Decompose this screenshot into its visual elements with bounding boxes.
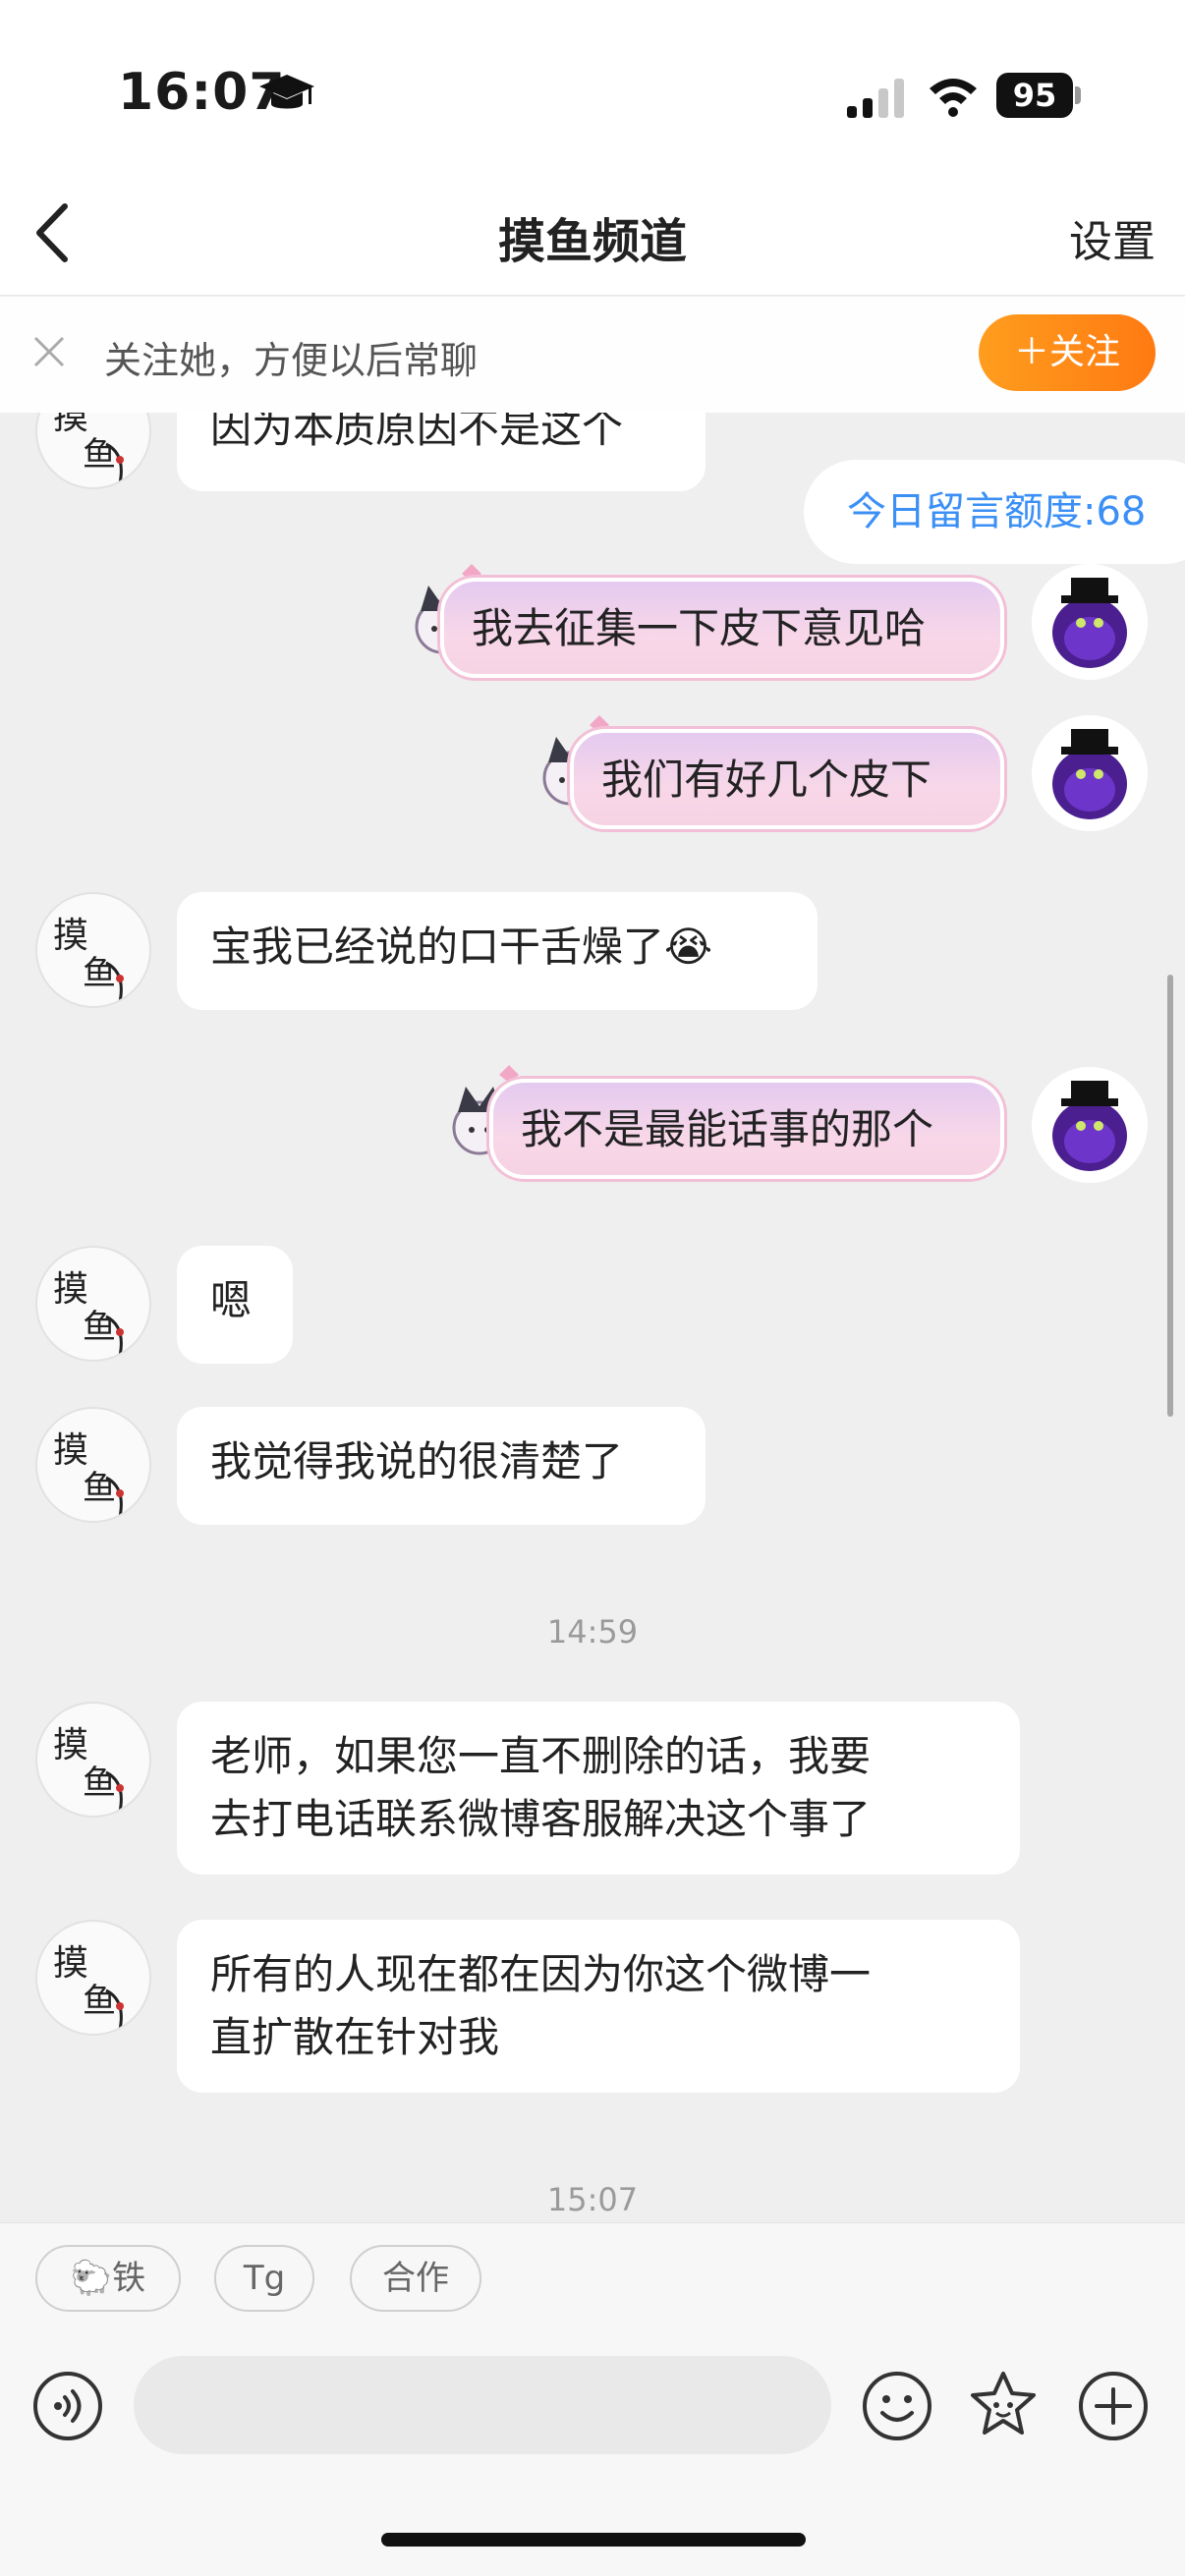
message-bubble[interactable]: 我觉得我说的很清楚了 (177, 1407, 705, 1525)
sticker-star-icon[interactable] (967, 2368, 1040, 2440)
svg-text:摸: 摸 (53, 1725, 88, 1765)
message-bubble[interactable]: 嗯 (177, 1246, 293, 1364)
svg-text:鱼: 鱼 (83, 435, 116, 475)
fish-logo-icon: 摸 鱼 (53, 1943, 124, 2031)
graduation-cap-icon (259, 75, 314, 109)
fish-logo-icon: 摸 鱼 (53, 1269, 124, 1357)
avatar[interactable]: 摸 鱼 (35, 1246, 151, 1362)
status-bar: 16:07 95 (0, 0, 1185, 177)
message-bubble[interactable]: 所有的人现在都在因为你这个微博一 直扩散在针对我 (177, 1920, 1020, 2093)
chat-scroll-area[interactable]: 摸 鱼 因为本质原因不是这个 今日留言额度:68 我去征集一下皮下意见哈 我们有… (0, 413, 1185, 2220)
avatar[interactable] (1032, 564, 1148, 680)
svg-text:鱼: 鱼 (83, 1469, 116, 1508)
svg-text:鱼: 鱼 (83, 1764, 116, 1803)
svg-text:鱼: 鱼 (83, 1308, 116, 1347)
message-bubble[interactable]: 我去征集一下皮下意见哈 (440, 578, 1004, 678)
quick-reply-chip[interactable]: Tg (214, 2245, 314, 2312)
svg-text:摸: 摸 (53, 413, 88, 437)
home-indicator[interactable] (381, 2533, 806, 2547)
follow-banner: 关注她，方便以后常聊 ＋关注 (0, 297, 1185, 413)
fish-logo-icon: 摸 鱼 (53, 413, 124, 484)
page-title: 摸鱼频道 (497, 214, 687, 269)
quick-reply-chip[interactable]: 🐑铁 (35, 2245, 181, 2312)
quick-reply-bar: 🐑铁 Tg 合作 (0, 2222, 1185, 2331)
add-icon[interactable] (1077, 2370, 1150, 2442)
svg-text:鱼: 鱼 (83, 954, 116, 993)
cellular-signal-icon (847, 79, 904, 118)
avatar[interactable] (1032, 1067, 1148, 1183)
purple-monster-avatar-icon (1032, 715, 1148, 831)
fish-logo-icon: 摸 鱼 (53, 1430, 124, 1518)
avatar[interactable]: 摸 鱼 (35, 1407, 151, 1523)
timestamp: 15:07 (546, 2181, 639, 2218)
message-bubble[interactable]: 老师，如果您一直不删除的话，我要 去打电话联系微博客服解决这个事了 (177, 1702, 1020, 1875)
svg-text:摸: 摸 (53, 1943, 88, 1984)
avatar[interactable]: 摸 鱼 (35, 1920, 151, 2036)
message-bubble[interactable]: 我们有好几个皮下 (570, 729, 1004, 829)
wifi-icon (930, 79, 977, 117)
message-bubble[interactable]: 因为本质原因不是这个 (177, 413, 705, 491)
message-bubble[interactable]: 我不是最能话事的那个 (489, 1079, 1004, 1179)
avatar[interactable]: 摸 鱼 (35, 413, 151, 489)
battery-indicator: 95 (996, 73, 1085, 118)
avatar[interactable]: 摸 鱼 (35, 1702, 151, 1818)
svg-text:鱼: 鱼 (83, 1982, 116, 2021)
follow-prompt: 关注她，方便以后常聊 (104, 339, 479, 382)
fish-logo-icon: 摸 鱼 (53, 916, 124, 1003)
settings-button[interactable]: 设置 (1069, 206, 1156, 269)
battery-level: 95 (996, 73, 1073, 118)
avatar[interactable] (1032, 715, 1148, 831)
scrollbar[interactable] (1167, 975, 1173, 1417)
fish-logo-icon: 摸 鱼 (53, 1725, 124, 1813)
svg-text:摸: 摸 (53, 1269, 88, 1310)
emoji-icon[interactable] (861, 2370, 933, 2442)
purple-monster-avatar-icon (1032, 564, 1148, 680)
nav-bar: 摸鱼频道 设置 (0, 177, 1185, 296)
quick-reply-chip[interactable]: 合作 (350, 2245, 481, 2312)
message-bubble[interactable]: 宝我已经说的口干舌燥了😭 (177, 892, 818, 1010)
avatar[interactable]: 摸 鱼 (35, 892, 151, 1008)
close-icon[interactable] (29, 332, 69, 371)
follow-button[interactable]: ＋关注 (979, 314, 1156, 391)
purple-monster-avatar-icon (1032, 1067, 1148, 1183)
voice-icon[interactable] (31, 2370, 104, 2442)
timestamp: 14:59 (546, 1613, 639, 1651)
svg-text:摸: 摸 (53, 916, 88, 956)
svg-text:摸: 摸 (53, 1430, 88, 1471)
quota-badge: 今日留言额度:68 (804, 460, 1185, 564)
message-input[interactable] (134, 2356, 831, 2454)
battery-tip (1075, 86, 1081, 104)
